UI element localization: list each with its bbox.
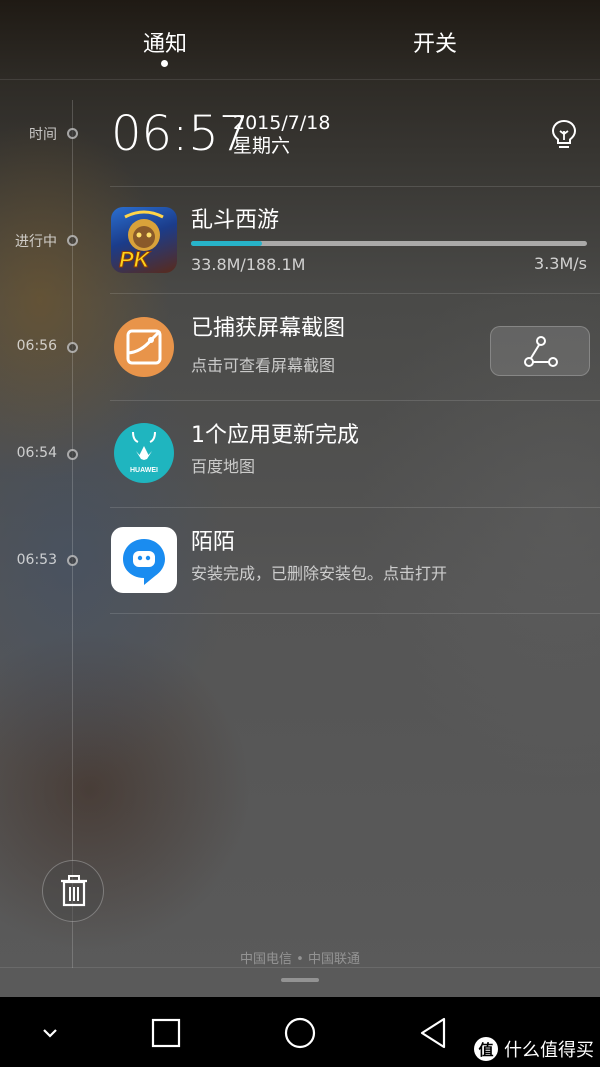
share-icon	[524, 336, 558, 367]
timeline-label-ongoing: 进行中	[15, 234, 57, 250]
drag-handle[interactable]	[281, 978, 319, 982]
game-app-icon: PK	[111, 207, 177, 273]
back-icon[interactable]	[412, 1011, 456, 1055]
divider	[0, 967, 600, 968]
timeline-label-time: 时间	[29, 127, 57, 143]
recent-apps-icon[interactable]	[144, 1011, 188, 1055]
clock-time: 06:57	[111, 106, 250, 162]
download-progress-fill	[191, 241, 263, 246]
download-progress-text: 33.8M/188.1M	[191, 255, 306, 274]
huawei-appgallery-icon: HUAWEI	[114, 423, 174, 483]
divider	[110, 400, 600, 401]
notification-title: 乱斗西游	[191, 208, 280, 233]
notification-subtitle: 点击可查看屏幕截图	[191, 356, 336, 375]
trash-icon	[61, 875, 87, 907]
watermark-text: 什么值得买	[504, 1040, 594, 1061]
notification-subtitle: 安装完成，已删除安装包。点击打开	[191, 564, 448, 583]
timeline-dot	[67, 128, 78, 139]
clock-weekday: 星期六	[233, 135, 291, 157]
timeline-time: 06:53	[16, 552, 57, 568]
download-progress-bar	[191, 241, 587, 246]
svg-text:PK: PK	[119, 247, 152, 272]
collapse-icon[interactable]	[28, 1011, 72, 1055]
momo-icon	[111, 527, 177, 593]
lightbulb-icon[interactable]	[549, 118, 579, 152]
tab-toggles[interactable]: 开关	[375, 26, 495, 66]
tab-bar: 通知 开关	[0, 0, 600, 80]
active-tab-indicator	[161, 60, 168, 67]
divider	[110, 293, 600, 294]
timeline-dot	[67, 342, 78, 353]
notification-title: 已捕获屏幕截图	[191, 316, 346, 341]
divider	[110, 186, 600, 187]
timeline-dot	[67, 555, 78, 566]
timeline-time: 06:56	[16, 338, 57, 354]
home-icon[interactable]	[278, 1011, 322, 1055]
notification-shade-background	[0, 0, 600, 997]
timeline-dot	[67, 449, 78, 460]
timeline-dot	[67, 235, 78, 246]
timeline-time: 06:54	[16, 445, 57, 461]
divider	[110, 613, 600, 614]
timeline-line	[72, 100, 73, 968]
notification-subtitle: 百度地图	[191, 457, 256, 476]
divider	[110, 507, 600, 508]
carrier-label: 中国电信 • 中国联通	[240, 952, 360, 967]
watermark: 值 什么值得买	[474, 1034, 594, 1064]
download-speed: 3.3M/s	[534, 254, 587, 273]
clock-date: 2015/7/18	[233, 112, 331, 134]
clear-all-button[interactable]	[42, 860, 104, 922]
watermark-badge: 值	[474, 1037, 498, 1061]
notification-title: 陌陌	[191, 530, 236, 555]
share-button[interactable]	[490, 326, 590, 376]
svg-text:HUAWEI: HUAWEI	[130, 467, 158, 474]
notification-title: 1个应用更新完成	[191, 423, 359, 448]
image-icon	[114, 317, 174, 377]
